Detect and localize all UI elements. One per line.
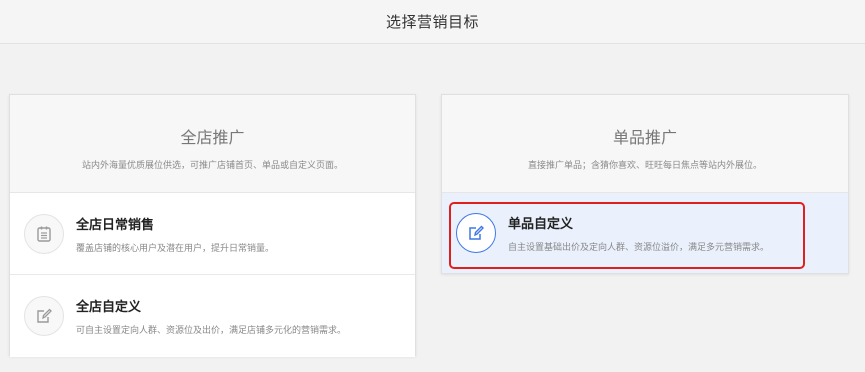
option-store-daily-sales[interactable]: 全店日常销售 覆盖店铺的核心用户及潜在用户，提升日常销量。 [10,193,415,275]
store-promotion-title: 全店推广 [180,128,245,147]
single-item-promotion-header: 单品推广 直接推广单品；含猜你喜欢、旺旺每日焦点等站内外展位。 [442,95,848,193]
option-desc: 自主设置基础出价及定向人群、资源位溢价，满足多元营销需求。 [508,243,770,253]
option-desc: 覆盖店铺的核心用户及潜在用户，提升日常销量。 [76,243,275,254]
calendar-list-icon [24,213,64,254]
option-store-custom[interactable]: 全店自定义 可自主设置定向人群、资源位及出价，满足店铺多元化的营销需求。 [10,275,415,357]
page-title: 选择营销目标 [385,13,479,31]
edit-icon [24,296,64,336]
option-title: 单品自定义 [508,217,574,232]
edit-icon [456,213,496,253]
option-desc: 可自主设置定向人群、资源位及出价，满足店铺多元化的营销需求。 [76,326,347,336]
option-title: 全店自定义 [76,300,142,315]
option-title: 全店日常销售 [76,217,155,233]
single-item-promotion-title: 单品推广 [612,128,677,147]
store-promotion-header: 全店推广 站内外海量优质展位供选，可推广店铺首页、单品或自定义页面。 [10,95,415,193]
store-promotion-subtitle: 站内外海量优质展位供选，可推广店铺首页、单品或自定义页面。 [81,161,343,171]
store-promotion-card: 全店推广 站内外海量优质展位供选，可推广店铺首页、单品或自定义页面。 全店日常销… [9,94,416,357]
option-single-item-custom[interactable]: 单品自定义 自主设置基础出价及定向人群、资源位溢价，满足多元营销需求。 [442,193,848,273]
single-item-promotion-subtitle: 直接推广单品；含猜你喜欢、旺旺每日焦点等站内外展位。 [527,161,762,171]
single-item-promotion-card: 单品推广 直接推广单品；含猜你喜欢、旺旺每日焦点等站内外展位。 单品自定义 自主… [441,94,849,274]
header-bar: 选择营销目标 [0,0,865,44]
